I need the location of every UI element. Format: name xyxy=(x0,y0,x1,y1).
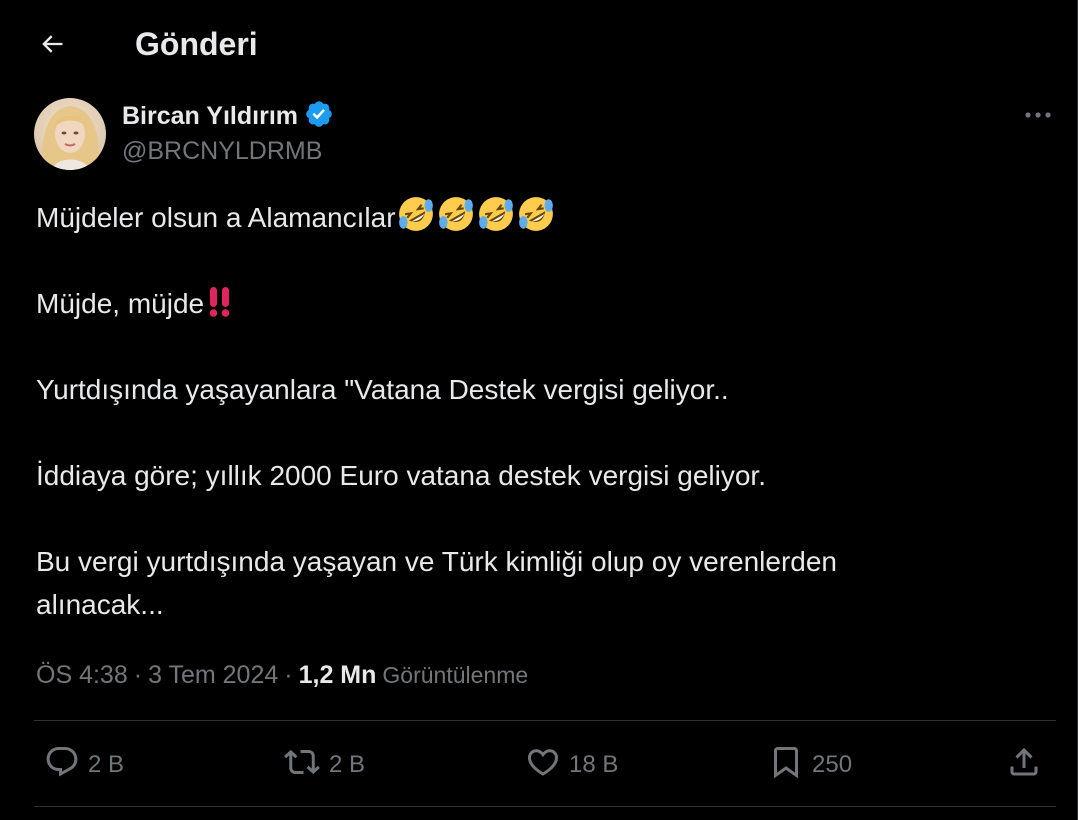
tweet-line: Yurtdışında yaşayanlara "Vatana Destek v… xyxy=(36,374,729,405)
verified-badge-icon[interactable] xyxy=(304,99,334,134)
tweet-line: Bu vergi yurtdışında yaşayan ve Türk kim… xyxy=(36,546,837,577)
post-page: Gönderi Bircan Yıldırım @BRCNYLDRMB Müjd… xyxy=(0,0,1078,820)
rofl-emoji-icon xyxy=(398,197,433,231)
meta-separator: · xyxy=(284,660,293,689)
rofl-emoji-icon xyxy=(518,197,553,231)
tweet-line: alınacak... xyxy=(36,589,164,620)
divider xyxy=(34,720,1056,721)
post-time[interactable]: ÖS 4:38 xyxy=(36,661,128,690)
share-icon xyxy=(1006,744,1042,787)
post-date[interactable]: 3 Tem 2024 xyxy=(148,661,278,690)
author-handle[interactable]: @BRCNYLDRMB xyxy=(122,137,322,166)
share-button[interactable] xyxy=(1006,742,1042,788)
double-exclamation-icon xyxy=(205,283,235,319)
page-title: Gönderi xyxy=(135,26,258,62)
arrow-left-icon xyxy=(38,30,66,63)
divider xyxy=(34,806,1056,807)
rofl-emoji-group xyxy=(397,195,555,233)
author-name-row: Bircan Yıldırım xyxy=(122,100,334,132)
bookmark-icon xyxy=(768,744,804,787)
tweet-line: Müjdeler olsun a Alamancılar xyxy=(36,195,1036,239)
reply-count: 2 B xyxy=(88,751,125,778)
repost-count: 2 B xyxy=(329,751,366,778)
author-name[interactable]: Bircan Yıldırım xyxy=(122,102,298,131)
views-count: 1,2 Mn xyxy=(298,660,377,689)
tweet-line-text: Müjde, müjde xyxy=(36,288,205,319)
tweet-text: Müjdeler olsun a Alamancılar Müjde, müjd… xyxy=(36,195,1036,626)
reply-button[interactable]: 2 B xyxy=(44,742,124,788)
bookmark-count: 250 xyxy=(812,751,853,778)
heart-icon xyxy=(525,744,561,787)
repost-icon xyxy=(283,744,321,787)
tweet-line: Müjde, müjde xyxy=(36,282,1036,325)
header: Gönderi xyxy=(0,0,1078,88)
repost-button[interactable]: 2 B xyxy=(283,742,365,788)
like-button[interactable]: 18 B xyxy=(525,742,618,788)
more-horizontal-icon xyxy=(1024,107,1052,125)
bookmark-button[interactable]: 250 xyxy=(768,742,852,788)
like-count: 18 B xyxy=(569,751,619,778)
views-label: Görüntülenme xyxy=(382,661,529,688)
tweet-line-text: Müjdeler olsun a Alamancılar xyxy=(36,202,396,233)
reply-icon xyxy=(44,744,80,787)
avatar[interactable] xyxy=(34,98,106,170)
rofl-emoji-icon xyxy=(478,197,513,231)
rofl-emoji-icon xyxy=(438,197,473,231)
tweet-meta: ÖS 4:38 · 3 Tem 2024 · 1,2 Mn Görüntülen… xyxy=(36,655,528,695)
back-button[interactable] xyxy=(30,24,74,68)
more-options-button[interactable] xyxy=(1018,100,1058,132)
meta-separator: · xyxy=(133,660,143,689)
tweet-line: İddiaya göre; yıllık 2000 Euro vatana de… xyxy=(36,460,766,491)
